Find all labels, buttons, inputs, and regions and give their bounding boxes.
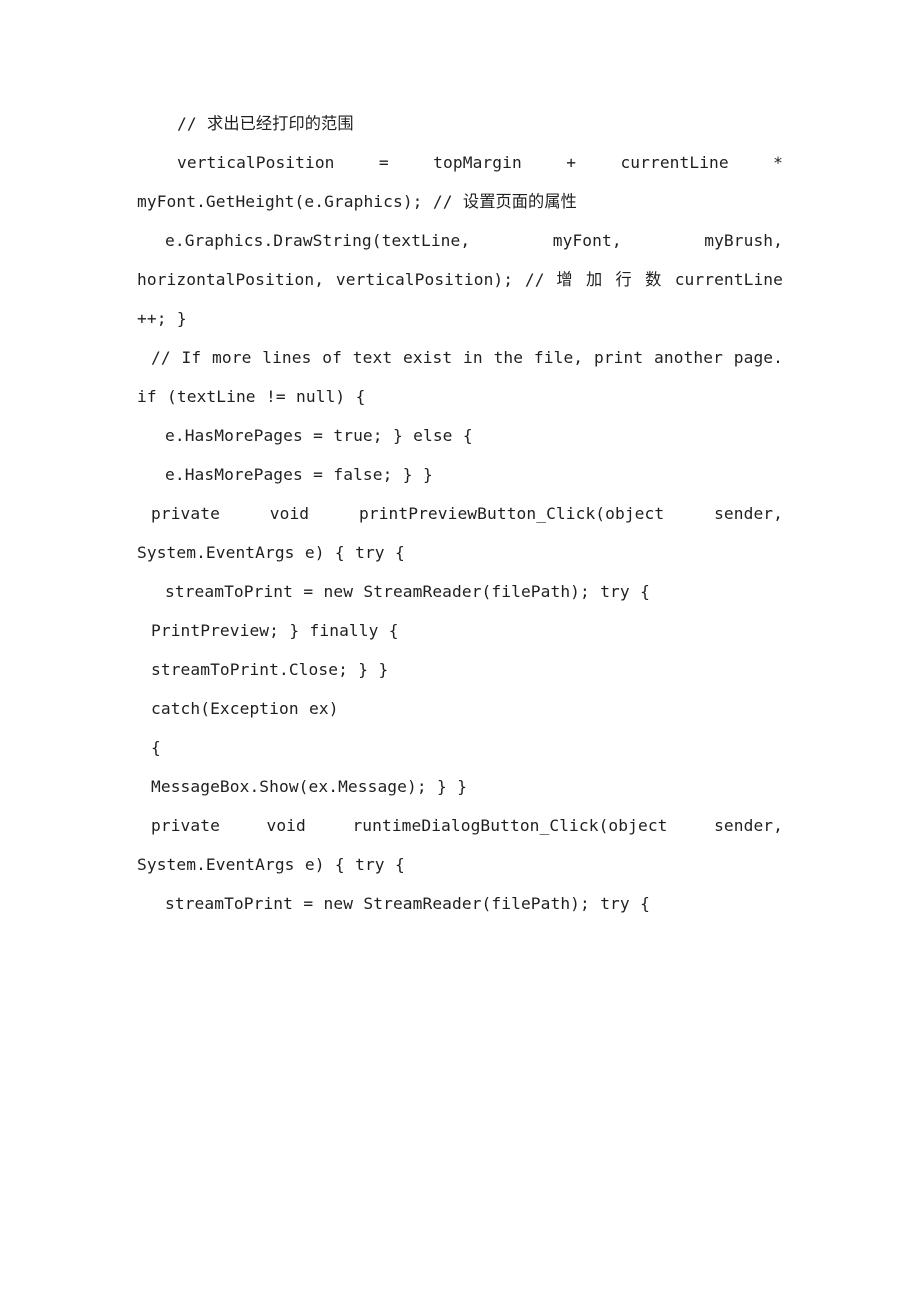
code-line-printpreview-handler-signature: private void printPreviewButton_Click(ob… xyxy=(137,504,783,562)
code-line-messagebox-show: MessageBox.Show(ex.Message); } } xyxy=(151,777,468,796)
document-text-body: // 求出已经打印的范围 verticalPosition = topMargi… xyxy=(137,104,783,923)
code-line-comment-print-range: // 求出已经打印的范围 xyxy=(177,114,354,133)
code-line-runtimedialog-handler-signature: private void runtimeDialogButton_Click(o… xyxy=(137,816,783,874)
code-line-comment-more-lines: // If more lines of text exist in the fi… xyxy=(137,348,783,406)
code-line-streamtoprint-close: streamToPrint.Close; } } xyxy=(151,660,389,679)
code-line-hasmorepages-true: e.HasMorePages = true; } else { xyxy=(165,426,473,445)
code-line-vertical-position-assignment: verticalPosition = topMargin + currentLi… xyxy=(137,153,783,211)
code-line-streamtoprint-new-second: streamToPrint = new StreamReader(filePat… xyxy=(165,894,650,913)
code-line-catch-exception: catch(Exception ex) xyxy=(151,699,339,718)
code-line-drawstring-call: e.Graphics.DrawString(textLine, myFont, … xyxy=(137,231,783,328)
document-page: // 求出已经打印的范围 verticalPosition = topMargi… xyxy=(0,0,920,1302)
code-line-hasmorepages-false: e.HasMorePages = false; } } xyxy=(165,465,433,484)
code-line-printpreview-finally: PrintPreview; } finally { xyxy=(151,621,399,640)
code-line-catch-open-brace: { xyxy=(151,738,161,757)
code-line-streamtoprint-new-first: streamToPrint = new StreamReader(filePat… xyxy=(165,582,650,601)
